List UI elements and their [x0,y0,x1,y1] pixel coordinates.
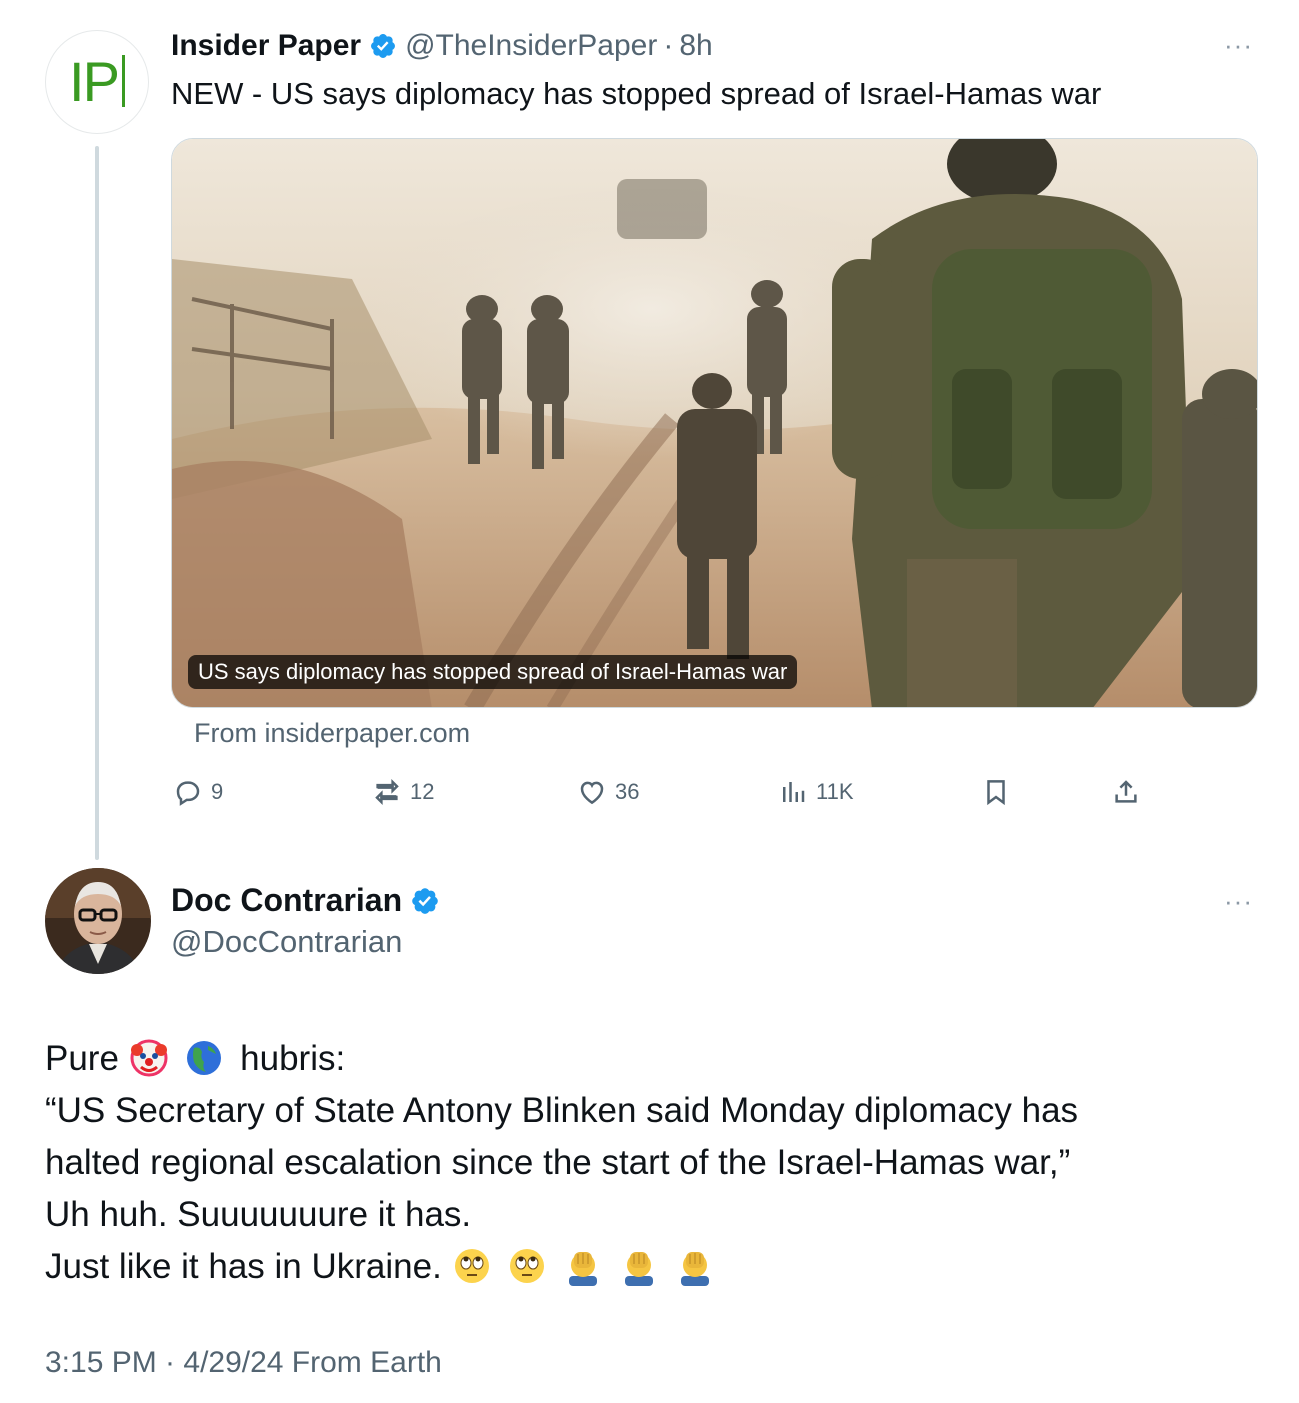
reply-count: 9 [211,779,224,804]
tweet2-line-2: “US Secretary of State Antony Blinken sa… [45,1091,1079,1130]
globe-americas-emoji-icon [187,1041,222,1075]
heart-icon [580,781,604,805]
tweet2-line-5: Just like it has in Ukraine. [45,1246,721,1288]
link-card-image[interactable]: US says diplomacy has stopped spread of … [171,138,1258,708]
soldiers-photo [172,139,1257,707]
doc-contrarian-avatar[interactable] [45,868,151,974]
verified-badge-icon [412,887,438,914]
like-count: 36 [615,779,640,804]
like-button[interactable]: 36 [577,770,639,814]
views-button[interactable]: 11K [778,770,854,814]
link-card-source[interactable]: From insiderpaper.com [194,718,470,749]
insider-paper-logo: IP [69,54,125,110]
tweet-time[interactable]: 8h [679,29,712,63]
author-handle[interactable]: @TheInsiderPaper [405,29,657,63]
tweet2-line-4: Uh huh. Suuuuuuure it has. [45,1195,472,1234]
facepalm-emoji-icon [680,1252,709,1286]
verified-badge-icon [371,34,396,58]
author-name[interactable]: Insider Paper [171,29,361,63]
more-options-icon[interactable]: ··· [1224,886,1253,917]
bookmark-button[interactable] [981,770,1011,814]
tweet1-text: NEW - US says diplomacy has stopped spre… [171,76,1102,111]
eye-roll-emoji-icon [454,1249,489,1283]
eye-roll-emoji-icon [510,1249,545,1283]
avatar-portrait [45,868,151,974]
avatar-logo-text: IP [69,50,120,113]
views-chart-icon [783,782,805,802]
clown-face-emoji-icon [130,1039,168,1077]
facepalm-emoji-icon [624,1252,653,1286]
tweet2-line-3: halted regional escalation since the sta… [45,1143,1071,1182]
reply-icon [176,781,200,806]
bookmark-icon [987,780,1005,806]
tweet2-timestamp[interactable]: 3:15 PM · 4/29/24 From Earth [45,1346,442,1380]
share-icon [1115,780,1137,803]
views-count: 11K [816,779,854,804]
more-options-icon[interactable]: ··· [1224,30,1253,61]
repost-icon [375,778,399,806]
link-card-title: US says diplomacy has stopped spread of … [188,655,798,689]
share-button[interactable] [1111,770,1141,814]
facepalm-emoji-icon [569,1252,598,1286]
thread-connector-line [95,146,99,860]
line5-text: Just like it has in Ukraine. [45,1247,442,1286]
author-name[interactable]: Doc Contrarian [171,882,402,919]
repost-count: 12 [410,779,435,804]
tweet2-line-1: Pure hubris: [45,1038,345,1080]
line1-word-hubris: hubris: [240,1039,346,1078]
line1-word-pure: Pure [45,1039,119,1078]
tweet1-header: Insider Paper @TheInsiderPaper · 8h [171,26,713,66]
tweet2-header: Doc Contrarian [171,882,448,919]
separator: · [663,29,674,62]
insider-paper-avatar[interactable]: IP [45,30,149,134]
author-handle[interactable]: @DocContrarian [171,924,402,960]
repost-button[interactable]: 12 [372,770,434,814]
reply-button[interactable]: 9 [173,770,223,814]
